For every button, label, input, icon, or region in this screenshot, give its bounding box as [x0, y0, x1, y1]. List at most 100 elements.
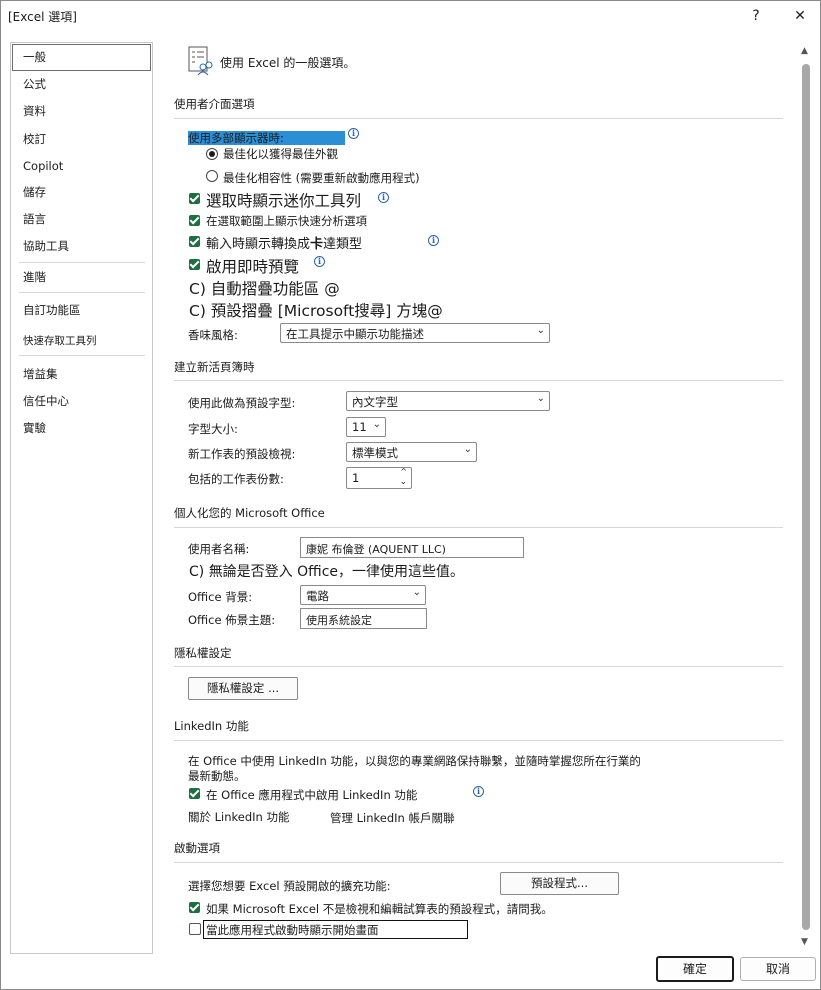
office-background-value: 電路 [306, 589, 329, 603]
sheet-count-stepper[interactable]: 1 ^ ⌄ [346, 467, 412, 489]
start-screen-label: 當此應用程式啟動時顯示開始畫面 [206, 923, 379, 937]
sidebar-item-save[interactable]: 儲存 [23, 184, 46, 200]
general-options-icon [188, 46, 214, 76]
sidebar-item-advanced[interactable]: 進階 [23, 269, 46, 285]
chevron-down-icon: ⌄ [463, 444, 472, 455]
quick-analysis-label: 在選取範圍上顯示快速分析選項 [206, 214, 367, 228]
multi-display-label: 使用多部顯示器時: [188, 131, 284, 145]
linkedin-description: 在 Office 中使用 LinkedIn 功能，以與您的專業網路保持聯繫，並隨… [188, 754, 641, 768]
convert-data-types-label: 輸入時顯示轉換成卡達類型 [206, 237, 363, 252]
section-linkedin: LinkedIn 功能 [174, 719, 249, 733]
chevron-down-icon: ⌄ [372, 419, 381, 430]
help-icon: ? [752, 8, 760, 24]
office-background-dropdown[interactable]: 電路 ⌄ [300, 585, 426, 605]
title-bar: [Excel 選項] ? ✕ [0, 0, 821, 32]
radio-compatibility[interactable] [206, 170, 218, 182]
collapse-search-option[interactable]: C) 預設摺疊 [Microsoft搜尋] 方塊@ [189, 299, 443, 321]
cancel-button[interactable]: 取消 [740, 957, 816, 981]
section-startup: 啟動選項 [174, 841, 220, 855]
sidebar-item-language[interactable]: 語言 [23, 211, 46, 227]
office-theme-value: 使用系統設定 [306, 614, 372, 627]
stepper-up-icon[interactable]: ^ [400, 467, 407, 476]
sidebar-item-quick-access[interactable]: 快速存取工具列 [23, 333, 97, 348]
default-font-label: 使用此做為預設字型: [188, 396, 296, 410]
close-button[interactable]: ✕ [785, 4, 815, 28]
default-view-value: 標準模式 [352, 446, 398, 460]
office-theme-field[interactable]: 使用系統設定 [300, 608, 427, 629]
username-value: 康妮 布倫登 (AQUENT LLC) [306, 543, 446, 556]
default-view-label: 新工作表的預設檢視: [188, 447, 296, 461]
privacy-settings-button[interactable]: 隱私權設定 ... [188, 677, 298, 700]
font-size-dropdown[interactable]: 11 ⌄ [346, 417, 386, 437]
radio-best-appearance[interactable] [206, 148, 218, 160]
section-personalize: 個人化您的 Microsoft Office [174, 506, 325, 520]
help-button[interactable]: ? [741, 4, 771, 28]
ok-button[interactable]: 確定 [656, 956, 734, 982]
scroll-down-icon[interactable]: ▼ [801, 937, 808, 947]
default-font-value: 內文字型 [352, 395, 398, 409]
office-theme-label: Office 佈景主題: [188, 613, 276, 627]
start-screen-checkbox[interactable] [189, 923, 201, 935]
section-divider [174, 380, 783, 381]
scrollbar-thumb[interactable] [802, 64, 810, 930]
stepper-down-icon[interactable]: ⌄ [399, 477, 407, 487]
chevron-down-icon: ⌄ [536, 325, 545, 336]
username-field[interactable]: 康妮 布倫登 (AQUENT LLC) [300, 537, 524, 558]
username-label: 使用者名稱: [188, 542, 250, 556]
close-icon: ✕ [794, 8, 806, 24]
manage-linkedin-link[interactable]: 管理 LinkedIn 帳戶關聯 [330, 810, 455, 826]
live-preview-label: 啟用即時預覽 [206, 258, 300, 276]
chevron-down-icon: ⌄ [536, 393, 545, 404]
section-privacy: 隱私權設定 [174, 646, 232, 660]
default-extensions-label: 選擇您想要 Excel 預設開啟的擴充功能: [188, 879, 391, 893]
sidebar-divider [19, 355, 145, 356]
office-background-label: Office 背景: [188, 590, 253, 604]
radio-compatibility-label: 最佳化相容性 (需要重新啟動應用程式) [223, 171, 420, 185]
info-icon: i [473, 786, 484, 797]
category-sidebar: 一般 公式 資料 校訂 Copilot 儲存 語言 協助工具 進階 自訂功能區 … [10, 42, 153, 954]
default-font-dropdown[interactable]: 內文字型 ⌄ [346, 391, 550, 411]
sidebar-item-accessibility[interactable]: 協助工具 [23, 238, 69, 254]
sidebar-divider [19, 292, 145, 293]
sidebar-item-trust-center[interactable]: 信任中心 [23, 393, 69, 409]
mini-toolbar-label: 選取時顯示迷你工具列 [206, 192, 362, 210]
tooltip-style-dropdown[interactable]: 在工具提示中顯示功能描述 ⌄ [280, 323, 550, 343]
window-title: [Excel 選項] [8, 10, 77, 24]
sheet-count-value: 1 [352, 471, 360, 485]
sidebar-item-data[interactable]: 資料 [23, 103, 46, 119]
linkedin-description-cont: 最新動態。 [188, 769, 246, 783]
info-icon: i [428, 235, 439, 246]
info-icon: i [314, 256, 325, 267]
section-divider [174, 862, 783, 863]
sidebar-item-proofing[interactable]: 校訂 [23, 131, 46, 147]
default-programs-button[interactable]: 預設程式... [500, 872, 619, 895]
collapse-ribbon-option[interactable]: C) 自動摺疊功能區 @ [189, 277, 340, 299]
about-linkedin-link[interactable]: 關於 LinkedIn 功能 [188, 809, 290, 825]
section-divider [174, 527, 783, 528]
default-view-dropdown[interactable]: 標準模式 ⌄ [346, 442, 477, 462]
default-program-prompt-checkbox[interactable] [189, 902, 200, 913]
default-program-prompt-label: 如果 Microsoft Excel 不是檢視和編輯試算表的預設程式，請問我。 [206, 902, 553, 916]
always-use-values-option[interactable]: C) 無論是否登入 Office，一律使用這些值。 [189, 561, 464, 581]
convert-data-types-checkbox[interactable] [189, 236, 200, 247]
section-new-workbook: 建立新活頁簿時 [174, 360, 255, 374]
sidebar-item-formulas[interactable]: 公式 [23, 76, 46, 92]
sidebar-item-experiments[interactable]: 實驗 [23, 420, 46, 436]
sheet-count-label: 包括的工作表份數: [188, 472, 284, 486]
vertical-scrollbar[interactable]: ▲ ▼ [799, 44, 813, 950]
sidebar-item-copilot[interactable]: Copilot [23, 159, 63, 173]
info-icon: i [378, 192, 389, 203]
section-ui-options: 使用者介面選項 [174, 97, 255, 111]
radio-best-appearance-label: 最佳化以獲得最佳外觀 [223, 147, 338, 161]
sidebar-divider [19, 262, 145, 263]
live-preview-checkbox[interactable] [189, 259, 200, 270]
sidebar-item-general[interactable]: 一般 [23, 49, 46, 65]
linkedin-enable-checkbox[interactable] [189, 788, 200, 799]
scroll-up-icon[interactable]: ▲ [801, 46, 808, 56]
sidebar-item-customize-ribbon[interactable]: 自訂功能區 [23, 302, 81, 318]
linkedin-enable-label: 在 Office 應用程式中啟用 LinkedIn 功能 [206, 788, 418, 802]
quick-analysis-checkbox[interactable] [189, 215, 200, 226]
mini-toolbar-checkbox[interactable] [189, 193, 200, 204]
section-divider [174, 118, 783, 119]
sidebar-item-addins[interactable]: 增益集 [23, 366, 58, 382]
